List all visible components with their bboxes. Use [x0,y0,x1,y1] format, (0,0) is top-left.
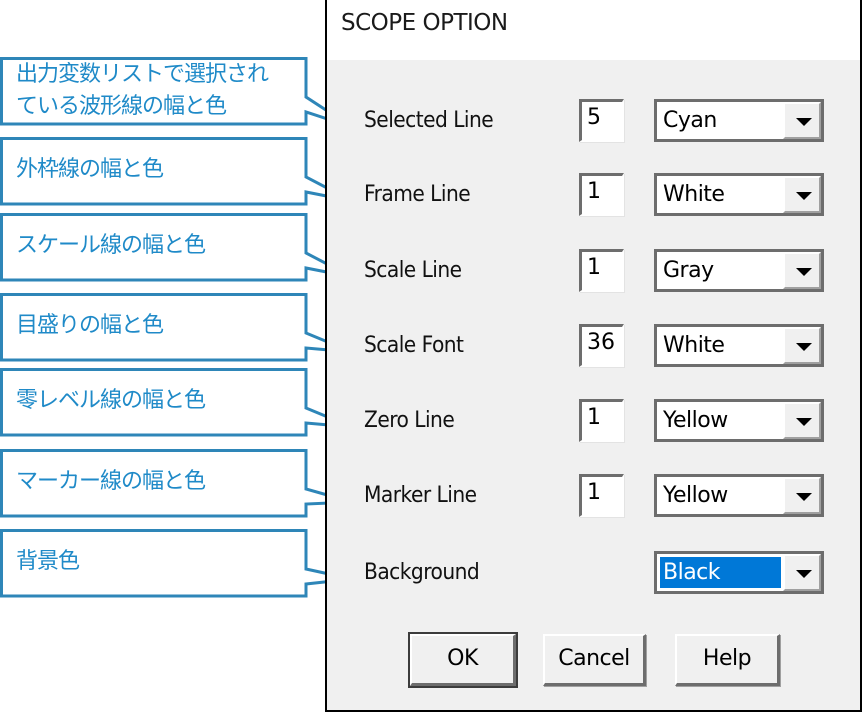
dropdown-button[interactable] [783,252,821,289]
chevron-down-icon [796,118,812,126]
zero-line-color-value: Yellow [663,408,728,433]
chevron-down-icon [796,570,812,578]
callout-text: 外枠線の幅と色 [16,154,164,186]
scale-font-label: Scale Font [364,333,464,358]
ok-button[interactable]: OK [408,632,518,688]
chevron-down-icon [796,493,812,501]
callout-text-line: 目盛りの幅と色 [16,313,164,338]
selected-line-color-value: Cyan [663,108,717,133]
frame-line-label: Frame Line [364,182,471,207]
scale-line-label: Scale Line [364,258,462,283]
dropdown-button[interactable] [783,554,821,591]
callout: 零レベル線の幅と色 [0,368,353,437]
callout-text-line: ている波形線の幅と色 [16,94,227,119]
scale-line-color-dropdown[interactable]: Gray [654,249,824,292]
callout: 背景色 [0,529,353,598]
selected-line-width-input[interactable]: 5 [579,99,624,142]
callout-text: 出力変数リストで選択され ている波形線の幅と色 [16,59,269,123]
background-color-dropdown[interactable]: Black [654,551,824,594]
chevron-down-icon [796,192,812,200]
callout-text-line: 零レベル線の幅と色 [16,388,206,413]
scale-line-width-input[interactable]: 1 [579,249,624,292]
marker-line-color-dropdown[interactable]: Yellow [654,474,824,517]
selected-line-color-dropdown[interactable]: Cyan [654,99,824,142]
scale-font-color-dropdown[interactable]: White [654,324,824,367]
chevron-down-icon [796,268,812,276]
callout: 外枠線の幅と色 [0,137,353,206]
zero-line-label: Zero Line [364,408,455,433]
callout-text-line: 外枠線の幅と色 [16,157,164,182]
frame-line-color-value: White [663,182,725,207]
dropdown-button[interactable] [783,176,821,213]
scale-font-width-input[interactable]: 36 [579,324,624,367]
callout: スケール線の幅と色 [0,213,353,282]
callout-text: 背景色 [16,546,80,578]
background-label: Background [364,560,480,585]
selected-line-label: Selected Line [364,108,494,133]
help-button[interactable]: Help [675,634,780,686]
chevron-down-icon [796,343,812,351]
scope-option-dialog: SCOPE OPTION Selected Line 5 Cyan Frame Lin… [325,0,862,712]
callout-text-line: 背景色 [16,549,80,574]
callout-text-line: 出力変数リストで選択され [16,62,269,87]
background-color-value: Black [660,557,781,588]
scale-line-color-value: Gray [663,258,714,283]
cancel-button[interactable]: Cancel [543,634,646,686]
title-bar: SCOPE OPTION [327,0,860,60]
frame-line-width-input[interactable]: 1 [579,173,624,216]
dialog-title: SCOPE OPTION [341,10,508,36]
dropdown-button[interactable] [783,477,821,514]
zero-line-width-input[interactable]: 1 [579,399,624,442]
callout: マーカー線の幅と色 [0,449,353,518]
callout-text: 目盛りの幅と色 [16,310,164,342]
zero-line-color-dropdown[interactable]: Yellow [654,399,824,442]
frame-line-color-dropdown[interactable]: White [654,173,824,216]
dropdown-button[interactable] [783,102,821,139]
dropdown-button[interactable] [783,327,821,364]
callout-text-line: スケール線の幅と色 [16,233,206,258]
chevron-down-icon [796,418,812,426]
marker-line-label: Marker Line [364,483,477,508]
callout: 目盛りの幅と色 [0,293,353,362]
callout-text-line: マーカー線の幅と色 [16,469,206,494]
callout-text: スケール線の幅と色 [16,230,206,262]
scale-font-color-value: White [663,333,725,358]
dropdown-button[interactable] [783,402,821,439]
marker-line-color-value: Yellow [663,483,728,508]
callout-text: マーカー線の幅と色 [16,466,206,498]
marker-line-width-input[interactable]: 1 [579,474,624,517]
callout-text: 零レベル線の幅と色 [16,385,206,417]
callout: 出力変数リストで選択され ている波形線の幅と色 [0,57,353,129]
